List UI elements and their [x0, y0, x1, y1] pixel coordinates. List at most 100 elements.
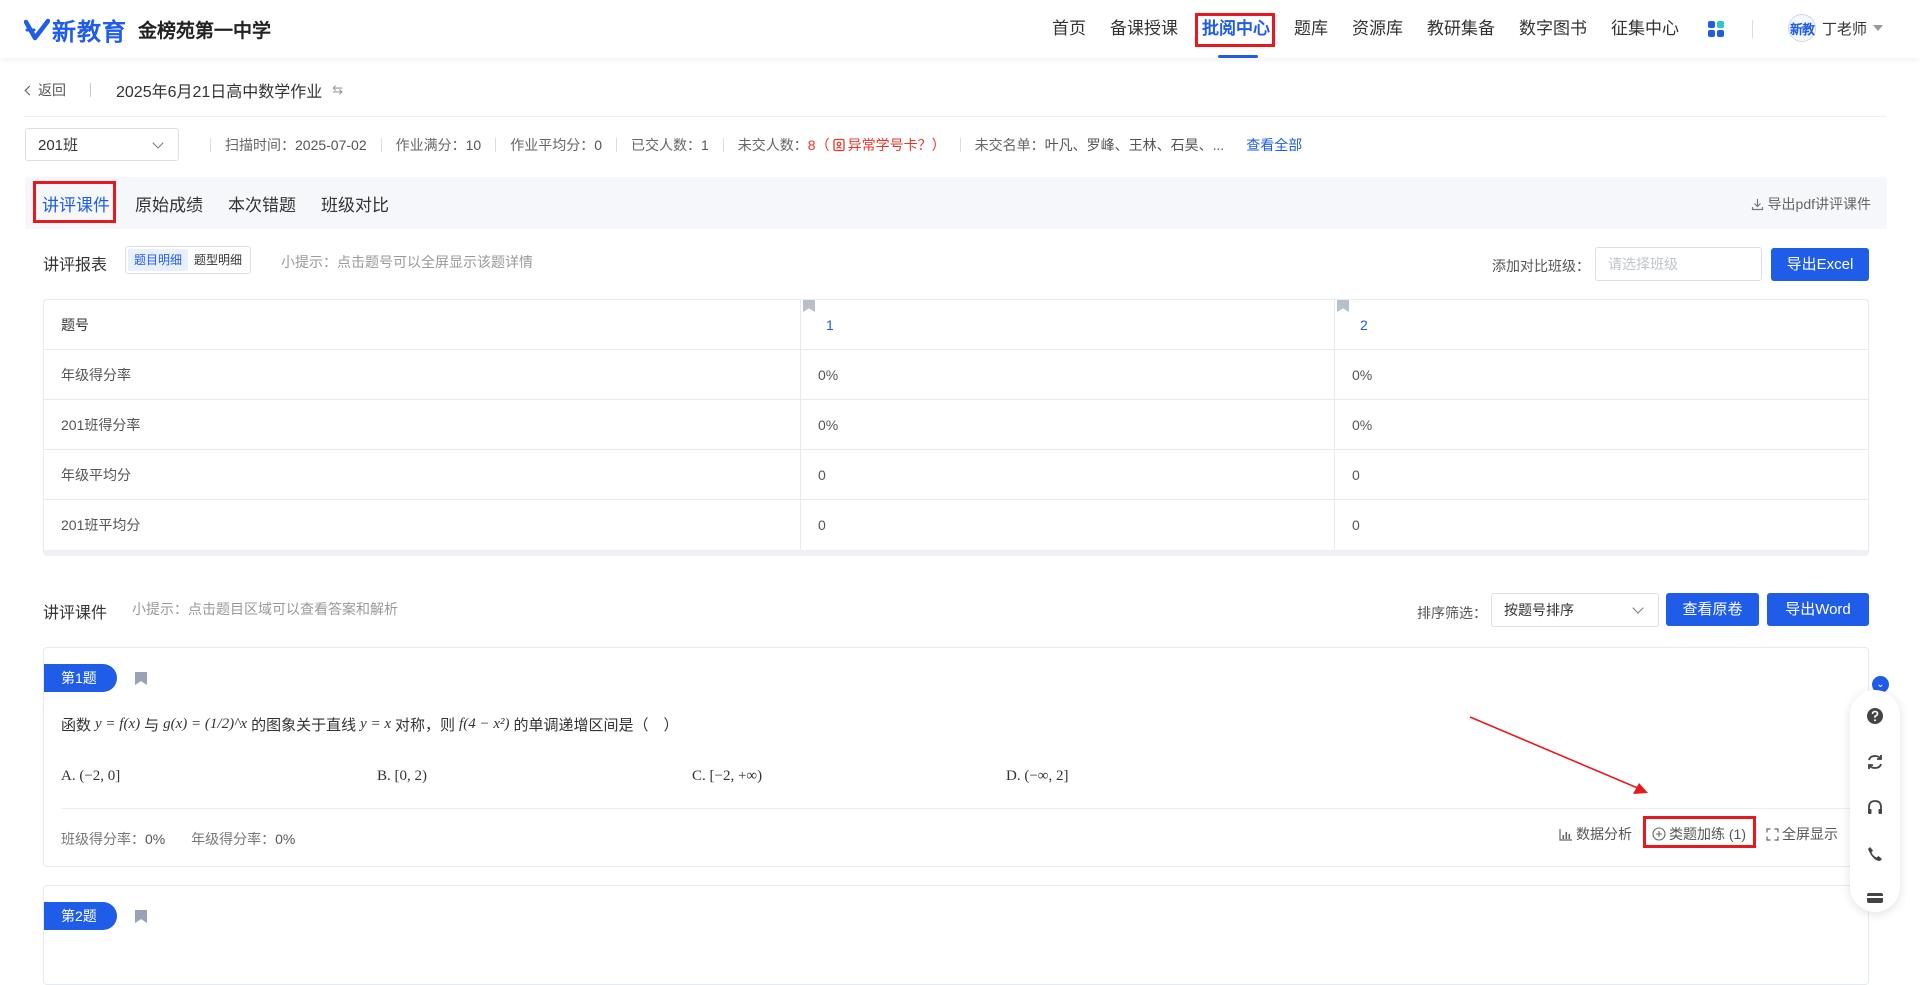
lecture-title: 讲评课件	[43, 605, 108, 622]
assignment-info: 扫描时间： 2025-07-02 作业满分： 10 作业平均分： 0 已交人数：…	[196, 135, 1302, 155]
tab-class-compare[interactable]: 班级对比	[321, 191, 389, 216]
report-table: 题号 1 2 年级得分率 0% 0% 201班得分率 0% 0% 年级平均分 0…	[43, 299, 1869, 556]
header-cell: 题号	[44, 300, 801, 349]
average-label: 作业平均分：	[510, 137, 595, 153]
tab-content: 讲评报表 题目明细 题型明细 小提示：点击题号可以全屏显示该题详情 添加对比班级…	[25, 229, 1887, 985]
table-cell: 0%	[801, 400, 1335, 449]
submitted-label: 已交人数：	[631, 137, 701, 153]
question-number-2[interactable]: 2	[1335, 300, 1868, 349]
table-row: 201班平均分 0 0	[44, 500, 1868, 550]
divider	[61, 808, 1853, 809]
export-pdf-label: 导出pdf讲评课件	[1767, 196, 1871, 212]
question-tag[interactable]: 第2题	[44, 902, 117, 930]
question-tag[interactable]: 第1题	[44, 664, 117, 692]
stem-text: 与	[144, 718, 160, 734]
question-stats: 班级得分率：0% 年级得分率：0%	[61, 829, 317, 849]
lecture-hint: 小提示：点击题目区域可以查看答案和解析	[132, 601, 398, 617]
tab-original-scores[interactable]: 原始成绩	[135, 191, 203, 216]
back-link[interactable]: 返回	[38, 80, 66, 100]
nav-review-center[interactable]: 批阅中心	[1195, 0, 1275, 58]
help-icon[interactable]	[1865, 706, 1885, 726]
headset-icon[interactable]	[1865, 798, 1885, 818]
refresh-icon[interactable]	[1865, 752, 1885, 772]
stem-text: 的图象关于直线	[251, 718, 357, 734]
export-pdf-button[interactable]: 导出pdf讲评课件	[1751, 194, 1871, 214]
id-card-icon	[832, 138, 845, 152]
export-word-button[interactable]: 导出Word	[1767, 593, 1869, 626]
average-value: 0	[594, 137, 602, 153]
stem-text: 对称，则	[395, 718, 456, 734]
highlight-box	[1643, 816, 1756, 848]
abnormal-id-link[interactable]: 异常学号卡？）	[848, 135, 946, 155]
fullscreen-icon	[1766, 827, 1779, 841]
logo[interactable]: 新教育	[24, 12, 127, 47]
table-cell: 0	[801, 500, 1335, 550]
table-row: 年级得分率 0% 0%	[44, 350, 1868, 400]
bookmark-icon[interactable]	[135, 672, 147, 685]
unsubmitted-list: 叶凡、罗峰、王林、石昊、...	[1044, 137, 1225, 153]
chevron-down-icon	[152, 137, 164, 149]
question-card[interactable]: 第1题 函数 y = f(x) 与 g(x) = (1/2)^x 的图象关于直线…	[43, 647, 1869, 867]
unsubmitted-value: 8（	[807, 137, 830, 153]
divider	[380, 138, 382, 152]
question-actions: 数据分析 类题加练 (1) 全屏显示	[1559, 816, 1858, 848]
nav-collection[interactable]: 征集中心	[1611, 0, 1679, 58]
toggle-type-detail[interactable]: 题型明细	[188, 249, 248, 271]
scan-time-value: 2025-07-02	[295, 137, 367, 153]
table-cell: 0%	[1352, 367, 1373, 383]
full-score-value: 10	[465, 137, 482, 153]
question-number-1[interactable]: 1	[801, 300, 1335, 349]
divider	[959, 138, 961, 152]
toggle-question-detail[interactable]: 题目明细	[128, 249, 189, 271]
question-card[interactable]: 第2题	[43, 885, 1869, 985]
tab-lecture[interactable]: 讲评课件	[33, 180, 116, 223]
fullscreen-button[interactable]: 全屏显示	[1766, 824, 1838, 844]
bookmark-icon[interactable]	[1337, 300, 1349, 312]
data-analysis-button[interactable]: 数据分析	[1559, 824, 1632, 844]
divider	[495, 138, 497, 152]
row-label: 201班得分率	[44, 400, 801, 449]
unsubmitted-list-label: 未交名单：	[974, 137, 1045, 153]
sort-label: 排序筛选：	[1417, 605, 1487, 621]
chevron-left-icon[interactable]	[24, 85, 35, 95]
bookmark-icon[interactable]	[135, 910, 147, 923]
class-rate: 班级得分率：0%	[61, 831, 166, 847]
card-icon[interactable]	[1865, 888, 1885, 908]
user-name: 丁老师	[1822, 20, 1868, 38]
nav-prepare[interactable]: 备课授课	[1110, 0, 1178, 58]
sort-select[interactable]: 按题号排序	[1491, 593, 1659, 627]
detail-toggle: 题目明细 题型明细	[125, 246, 252, 274]
phone-icon[interactable]	[1865, 844, 1885, 864]
nav-digital-books[interactable]: 数字图书	[1519, 0, 1587, 58]
compare-class-label: 添加对比班级：	[1492, 258, 1590, 274]
report-hint: 小提示：点击题号可以全屏显示该题详情	[281, 254, 533, 270]
nav-home[interactable]: 首页	[1052, 0, 1086, 58]
fullscreen-label: 全屏显示	[1782, 826, 1838, 842]
apps-grid-icon[interactable]	[1708, 21, 1724, 37]
similar-practice-button[interactable]: 类题加练 (1)	[1643, 816, 1756, 848]
question-number-label: 1	[826, 317, 834, 333]
caret-down-icon	[1873, 25, 1884, 31]
divider	[24, 116, 1886, 117]
tab-wrong-questions[interactable]: 本次错题	[228, 191, 296, 216]
nav-resources[interactable]: 资源库	[1352, 0, 1403, 58]
option-a: A. (−2, 0]	[61, 768, 121, 784]
swap-icon[interactable]: ⇆	[332, 82, 343, 98]
view-original-button[interactable]: 查看原卷	[1666, 593, 1759, 626]
table-row: 年级平均分 0 0	[44, 450, 1868, 500]
brand-name: 新教育	[52, 19, 127, 46]
nav-research[interactable]: 教研集备	[1427, 0, 1495, 58]
user-menu[interactable]: 新教 丁老师	[1788, 14, 1884, 42]
nav-divider	[1752, 20, 1753, 38]
bookmark-icon[interactable]	[803, 300, 815, 312]
compare-class-select[interactable]: 请选择班级	[1595, 247, 1762, 281]
formula: f(4 − x²)	[459, 716, 510, 732]
view-all-link[interactable]: 查看全部	[1246, 135, 1302, 155]
class-select[interactable]: 201班	[25, 128, 179, 161]
divider	[210, 138, 211, 152]
stem-text: 函数	[61, 718, 92, 734]
export-excel-button[interactable]: 导出Excel	[1771, 248, 1869, 281]
divider	[616, 138, 617, 152]
table-cell: 0	[801, 450, 1335, 499]
nav-question-bank[interactable]: 题库	[1294, 0, 1328, 58]
